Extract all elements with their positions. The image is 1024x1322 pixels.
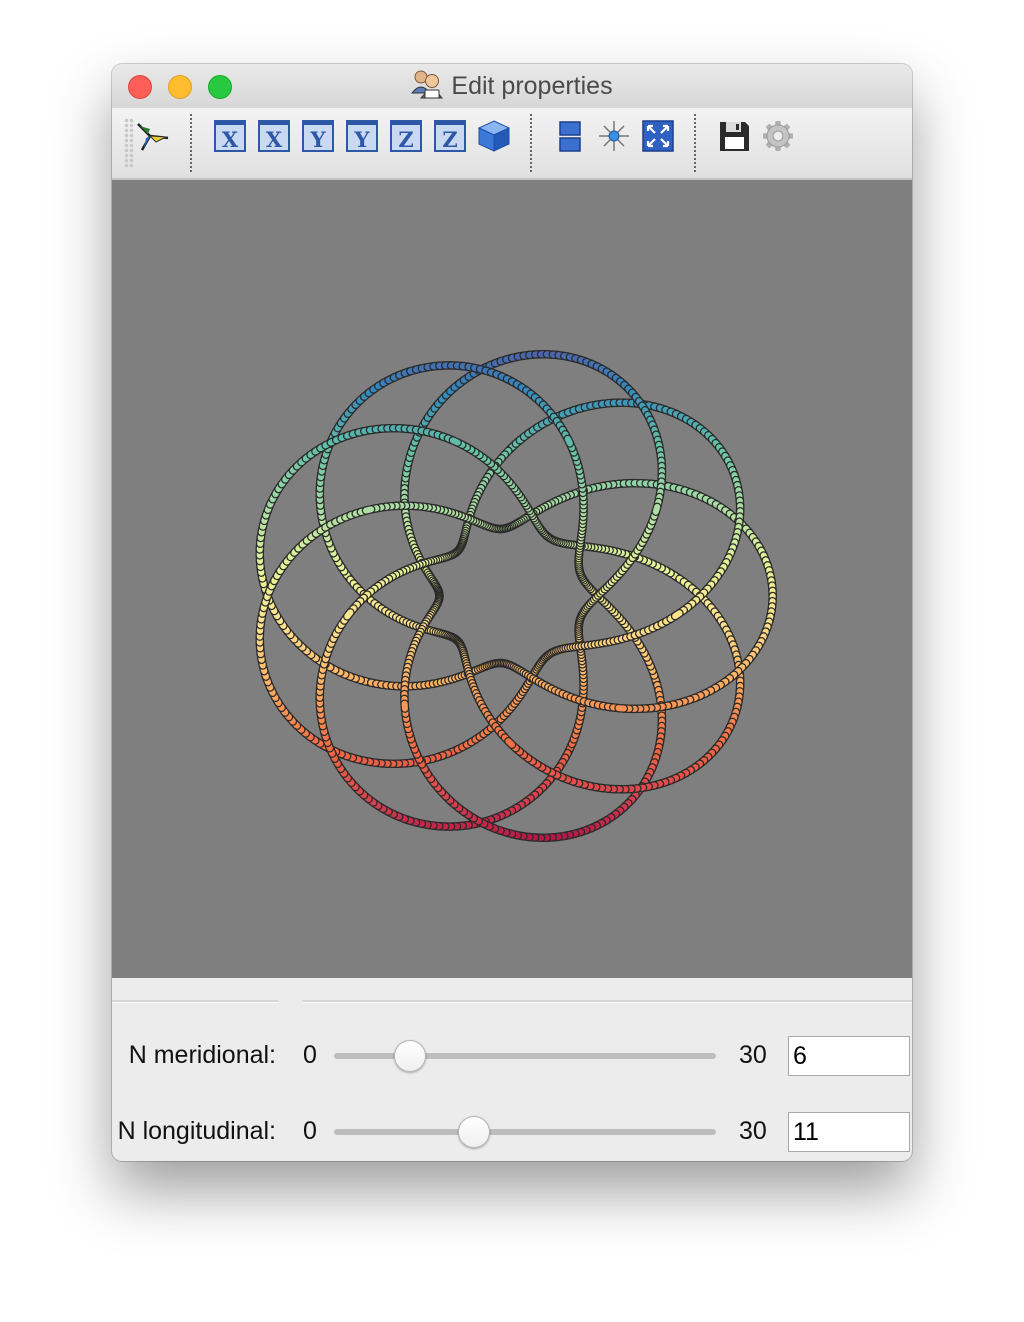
rotate-axes-icon[interactable] — [134, 118, 170, 154]
toolbar-separator — [694, 114, 696, 174]
svg-text:Y: Y — [354, 127, 371, 152]
knot-tube-segment — [362, 506, 375, 514]
save-icon[interactable] — [716, 118, 752, 154]
knot-tube-segment — [344, 609, 354, 620]
meridional-row: N meridional: 0 30 — [112, 1036, 912, 1076]
svg-text:X: X — [222, 127, 239, 152]
splitter-line — [302, 1000, 912, 1003]
meridional-label: N meridional: — [128, 1041, 276, 1069]
knot-tube-segment — [449, 437, 461, 446]
toolbar-separator — [530, 114, 532, 174]
split-view-icon[interactable] — [552, 118, 588, 154]
cube-icon[interactable] — [476, 118, 512, 154]
svg-text:Z: Z — [398, 127, 413, 152]
fit-to-view-icon[interactable] — [640, 118, 676, 154]
meridional-input[interactable] — [788, 1036, 910, 1076]
slider-knob[interactable] — [458, 1116, 491, 1148]
view-x-reverse-icon[interactable]: X — [256, 118, 292, 154]
toolbar-grip[interactable] — [124, 118, 134, 168]
longitudinal-slider[interactable] — [334, 1112, 716, 1152]
window-title: Edit properties — [112, 70, 912, 102]
center-icon[interactable] — [596, 118, 632, 154]
longitudinal-min-label: 0 — [303, 1117, 317, 1145]
slider-knob[interactable] — [394, 1040, 427, 1072]
users-icon — [411, 69, 444, 104]
toolbar: X X Y Y Z Z — [112, 108, 912, 180]
meridional-slider[interactable] — [334, 1036, 716, 1076]
knot-tube — [255, 349, 777, 843]
slider-track — [334, 1053, 716, 1059]
knot-tube-segment — [652, 503, 661, 515]
settings-gear-icon[interactable] — [760, 118, 796, 154]
view-y-icon[interactable]: Y — [300, 118, 336, 154]
edit-properties-window: Edit properties X X Y Y Z Z N meridional… — [112, 64, 912, 1161]
panel-splitter[interactable] — [112, 978, 912, 1008]
longitudinal-max-label: 30 — [739, 1117, 767, 1145]
knot-tube-segment — [564, 435, 573, 447]
svg-text:Y: Y — [310, 127, 327, 152]
3d-viewport[interactable] — [112, 180, 912, 978]
window-title-text: Edit properties — [451, 71, 613, 100]
svg-text:Z: Z — [442, 127, 457, 152]
longitudinal-row: N longitudinal: 0 30 — [112, 1112, 912, 1152]
view-y-reverse-icon[interactable]: Y — [344, 118, 380, 154]
title-bar: Edit properties — [112, 64, 912, 109]
view-x-icon[interactable]: X — [212, 118, 248, 154]
svg-text:X: X — [266, 127, 283, 152]
longitudinal-label: N longitudinal: — [117, 1117, 276, 1145]
knot-tube-segment — [505, 738, 515, 748]
view-z-reverse-icon[interactable]: Z — [432, 118, 468, 154]
meridional-min-label: 0 — [303, 1041, 317, 1069]
slider-track — [334, 1129, 716, 1135]
longitudinal-input[interactable] — [788, 1112, 910, 1152]
knot-tube-segment — [672, 610, 683, 620]
toolbar-separator — [190, 114, 192, 174]
torus-knot-render — [255, 349, 777, 843]
meridional-max-label: 30 — [739, 1041, 767, 1069]
view-z-icon[interactable]: Z — [388, 118, 424, 154]
splitter-line — [112, 1000, 278, 1003]
